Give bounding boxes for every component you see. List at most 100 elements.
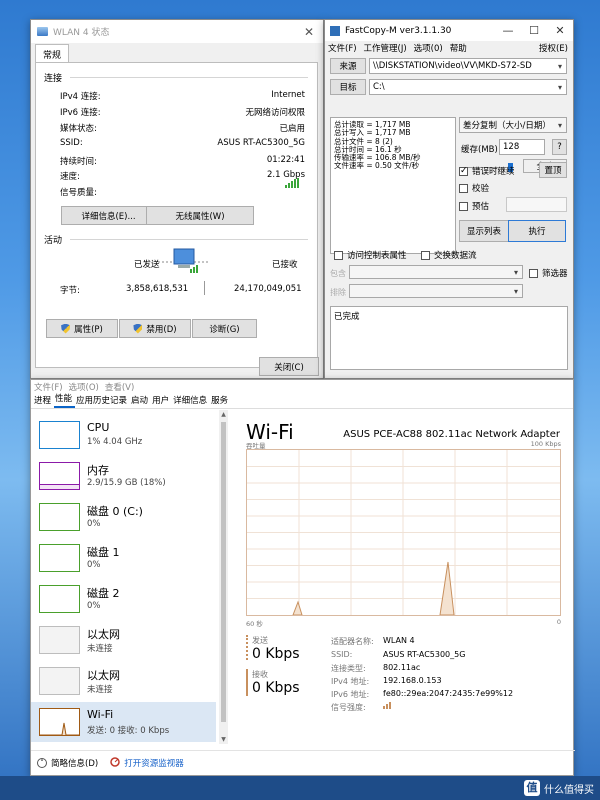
buffer-input[interactable]: 128 [499,139,545,155]
max-throughput-label: 100 Kbps [530,440,561,448]
copy-mode-select[interactable]: 差分复制（大小/日期） [459,117,567,133]
maximize-icon[interactable]: ☐ [521,24,547,37]
scroll-up-icon[interactable]: ▲ [219,411,228,418]
top-button[interactable]: 置顶 [539,162,567,178]
scroll-down-icon[interactable]: ▼ [219,736,228,743]
info-key: 适配器名称: [331,637,374,646]
wireless-properties-button[interactable]: 无线属性(W) [146,206,254,225]
exclude-filter-input[interactable] [349,284,523,298]
minimize-icon[interactable]: — [495,24,521,37]
tab-services[interactable]: 服务 [210,394,231,408]
sidebar-item-ethernet-2[interactable]: 以太网 未连接 [31,661,216,701]
menu-view[interactable]: 查看(V) [105,381,134,393]
info-key: 连接类型: [331,664,366,673]
sidebar-item-wifi[interactable]: Wi-Fi 发送: 0 接收: 0 Kbps [31,702,216,742]
show-list-button[interactable]: 显示列表 [459,220,509,242]
disk-thumbnail [39,585,80,613]
close-icon[interactable]: ✕ [295,25,323,39]
receive-value: 0 Kbps [252,680,300,696]
signal-bars-icon [285,178,299,188]
memory-thumbnail [39,462,80,490]
include-filter-input[interactable] [349,265,523,279]
help-button[interactable]: ? [552,139,567,155]
taskmgr-tabs: 进程 性能 应用历史记录 启动 用户 详细信息 服务 [31,394,573,409]
resource-monitor-icon [110,756,120,770]
shield-icon [61,323,71,334]
acl-checkbox[interactable]: 访问控制表属性 [334,249,407,261]
taskmgr-menubar: 文件(F) 选项(O) 查看(V) [31,380,573,394]
receive-label: 接收 [252,670,268,679]
source-path-input[interactable]: \\DISKSTATION\video\VV\MKD-S72-SD [369,58,567,74]
traffic-spike-small [292,600,303,616]
close-icon[interactable]: ✕ [547,24,573,37]
tab-performance[interactable]: 性能 [54,392,76,408]
send-value: 0 Kbps [252,646,300,662]
disk-thumbnail [39,544,80,572]
execute-button[interactable]: 执行 [508,220,566,242]
filter-checkbox[interactable]: 筛选器 [529,267,568,279]
fastcopy-window: FastCopy-M ver3.1.1.30 — ☐ ✕ 文件(F) 工作管理(… [324,19,574,379]
details-button[interactable]: 详细信息(E)... [61,206,156,225]
watermark: 值 什么值得买 [524,780,594,796]
scroll-thumb[interactable] [221,422,226,722]
tab-general[interactable]: 常规 [35,44,70,64]
menu-file[interactable]: 文件(F) [328,42,357,54]
destination-button[interactable]: 目标 [330,79,366,95]
time-axis-label: 60 秒 [246,620,263,628]
source-button[interactable]: 来源 [330,58,366,74]
transfer-stats: 总计读取 = 1,717 MB 总计写入 = 1,717 MB 总计文件 = 8… [330,117,456,254]
wlan-status-window: WLAN 4 状态 ✕ 常规 连接 IPv4 连接: Internet IPv6 … [30,19,324,379]
received-label: 已接收 [272,260,298,270]
exclude-label: 排除 [330,288,346,297]
disable-button[interactable]: 禁用(D) [119,319,191,338]
tab-startup[interactable]: 启动 [130,394,151,408]
sidebar-item-disk-0[interactable]: 磁盘 0 (C:) 0% [31,497,216,537]
sidebar-item-memory[interactable]: 内存 2.9/15.9 GB (18%) [31,456,216,496]
sidebar-item-disk-2[interactable]: 磁盘 2 0% [31,579,216,619]
tab-processes[interactable]: 进程 [33,394,54,408]
destination-path-input[interactable]: C:\ [369,79,567,95]
bytes-received: 24,170,049,051 [234,284,302,294]
info-value: fe80::29ea:2047:2435:7e99%12 [383,689,514,698]
info-key: 信号强度: [331,703,366,712]
send-label: 发送 [252,636,268,645]
menu-options[interactable]: 选项(0) [414,42,443,54]
continue-on-error-checkbox[interactable]: 错误时继续 [459,165,515,177]
wlan-general-panel: 连接 IPv4 连接: Internet IPv6 连接: 无网络访问权限 媒体状态… [35,62,318,368]
tab-details[interactable]: 详细信息 [172,394,210,408]
fastcopy-app-icon [330,25,340,36]
tab-app-history[interactable]: 应用历史记录 [75,394,130,408]
wifi-detail-panel: Wi-Fi ASUS PCE-AC88 802.11ac Network Ada… [236,410,572,744]
row-ipv6: IPv6 连接: 无网络访问权限 [60,108,305,118]
verify-checkbox[interactable]: 校验 [459,182,489,194]
info-key: IPv6 地址: [331,690,370,699]
sidebar-item-cpu[interactable]: CPU 1% 4.04 GHz [31,415,216,455]
sidebar-item-ethernet-1[interactable]: 以太网 未连接 [31,620,216,660]
sidebar-scrollbar[interactable]: ▲ ▼ [219,410,228,744]
buffer-label: 缓存(MB) [461,145,498,155]
traffic-spike-large [439,561,455,616]
ethernet-thumbnail [39,626,80,654]
menu-jobs[interactable]: 工作管理(J) [364,42,407,54]
open-resource-monitor-link[interactable]: 打开资源监视器 [124,757,184,769]
menu-license[interactable]: 授权(E) [539,42,568,54]
tab-users[interactable]: 用户 [151,394,172,408]
estimate-checkbox[interactable]: 预估 [459,200,489,212]
watermark-logo-icon: 值 [524,780,540,796]
properties-button[interactable]: 属性(P) [46,319,118,338]
diagnose-button[interactable]: 诊断(G) [192,319,257,338]
cpu-thumbnail [39,421,80,449]
info-key: SSID: [331,650,353,659]
wifi-thumbnail [39,708,80,736]
wlan-titlebar: WLAN 4 状态 ✕ [31,20,323,43]
sidebar-item-disk-1[interactable]: 磁盘 1 0% [31,538,216,578]
wlan-title: WLAN 4 状态 [53,28,110,38]
chevron-up-icon[interactable]: ˄ [37,758,47,768]
performance-sidebar: CPU 1% 4.04 GHz 内存 2.9/15.9 GB (18%) 磁盘 … [31,410,231,744]
info-value: 192.168.0.153 [383,676,442,685]
menu-help[interactable]: 帮助 [450,42,467,54]
fewer-details-link[interactable]: 简略信息(D) [51,757,98,769]
close-button[interactable]: 关闭(C) [259,357,319,376]
taskbar [0,776,600,800]
alternate-stream-checkbox[interactable]: 交换数据流 [421,249,477,261]
